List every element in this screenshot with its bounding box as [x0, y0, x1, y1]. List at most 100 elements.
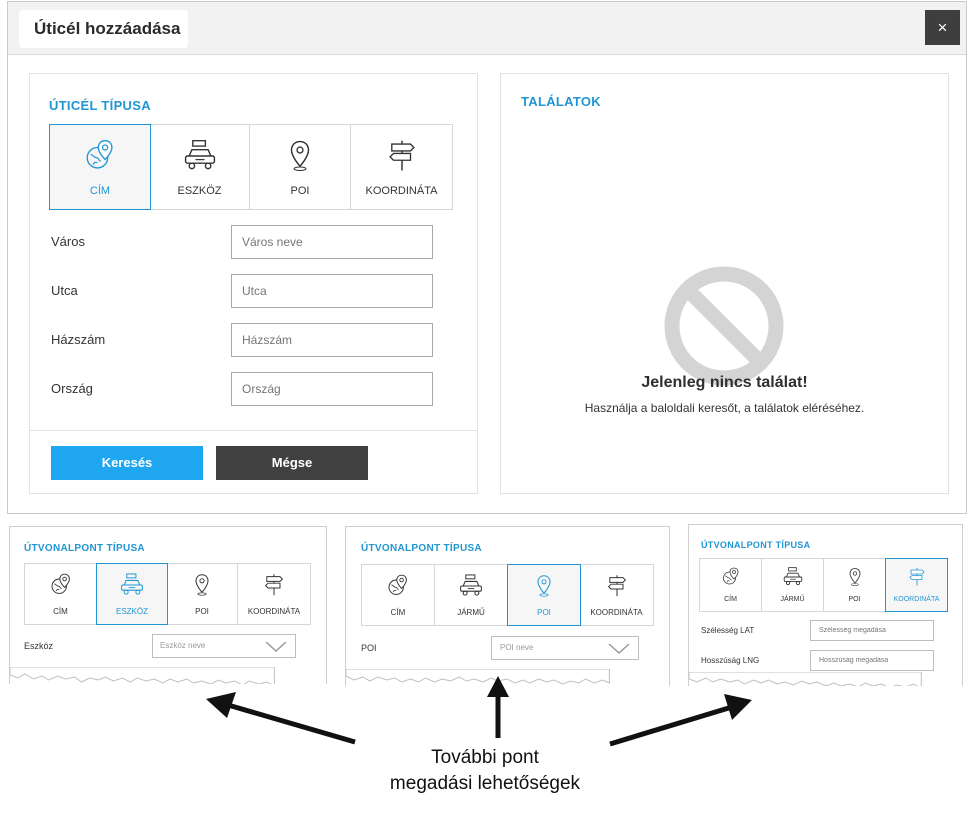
example-card-coordinate: ÚTVONALPONT TÍPUSA CÍM JÁRMŰ POI KOORDIN…: [688, 524, 963, 686]
tab-vehicle[interactable]: JÁRMŰ: [435, 565, 508, 625]
country-label: Ország: [51, 381, 93, 396]
torn-edge: [346, 669, 610, 685]
tab-coordinate[interactable]: KOORDINÁTA: [238, 564, 310, 624]
tab-device-label: ESZKÖZ: [177, 185, 222, 197]
city-input[interactable]: [231, 225, 433, 259]
destination-type-title: ÚTICÉL TÍPUSA: [49, 98, 151, 113]
latitude-input[interactable]: [810, 620, 934, 641]
example-card-title: ÚTVONALPONT TÍPUSA: [701, 540, 811, 550]
arrow-right-head: [724, 694, 752, 720]
form-divider: [30, 430, 477, 431]
no-results-icon: [664, 266, 784, 386]
tab-poi[interactable]: POI: [507, 564, 581, 626]
car-icon: [782, 566, 804, 588]
tab-coordinate-label: KOORDINÁTA: [590, 608, 643, 617]
car-icon: [458, 573, 484, 599]
map-pin-icon: [190, 572, 214, 598]
tab-coordinate-label: KOORDINÁTA: [365, 185, 438, 197]
poi-select-placeholder: POI neve: [500, 643, 534, 652]
longitude-label: Hosszúság LNG: [701, 656, 760, 665]
longitude-input[interactable]: [810, 650, 934, 671]
tab-device[interactable]: ESZKÖZ: [96, 563, 168, 625]
tab-vehicle-label: JÁRMŰ: [780, 596, 805, 603]
chevron-down-icon: [608, 643, 630, 655]
tab-address[interactable]: CÍM: [700, 559, 762, 611]
globe-pin-icon: [83, 139, 117, 173]
tab-address-label: CÍM: [390, 608, 406, 617]
close-button[interactable]: ×: [925, 10, 960, 45]
results-title: TALÁLATOK: [521, 94, 601, 109]
modal-header: Úticél hozzáadása ×: [8, 2, 966, 55]
tab-coordinate[interactable]: KOORDINÁTA: [351, 125, 452, 209]
globe-pin-icon: [721, 567, 741, 587]
caption: További pont megadási lehetőségek: [360, 745, 610, 797]
tab-address[interactable]: CÍM: [362, 565, 435, 625]
destination-type-tabs: CÍM ESZKÖZ POI KOORDINÁTA: [49, 124, 453, 210]
tab-address[interactable]: CÍM: [25, 564, 97, 624]
example-card-title: ÚTVONALPONT TÍPUSA: [24, 543, 145, 554]
latitude-label: Szélesség LAT: [701, 626, 755, 635]
tab-poi-label: POI: [290, 185, 310, 197]
caption-line-1: További pont: [431, 747, 539, 768]
tab-poi[interactable]: POI: [167, 564, 238, 624]
map-pin-icon: [532, 573, 556, 599]
tab-address-label: CÍM: [53, 607, 68, 616]
arrow-left-head: [206, 692, 236, 718]
house-number-input[interactable]: [231, 323, 433, 357]
example-card-device: ÚTVONALPONT TÍPUSA CÍM ESZKÖZ POI KOORDI…: [9, 526, 327, 684]
caption-line-2: megadási lehetőségek: [389, 773, 581, 794]
modal-title: Úticél hozzáadása: [19, 10, 188, 48]
country-input[interactable]: [231, 372, 433, 406]
no-results-heading: Jelenleg nincs találat!: [641, 374, 808, 391]
poi-label: POI: [361, 643, 377, 653]
tab-poi-label: POI: [195, 607, 209, 616]
arrow-left: [227, 702, 356, 745]
car-icon: [182, 138, 218, 174]
tab-coordinate-label: KOORDINÁTA: [247, 607, 301, 616]
signpost-icon: [605, 573, 629, 599]
results-panel: TALÁLATOK Jelenleg nincs találat! Haszná…: [500, 73, 949, 494]
tab-address-label: CÍM: [89, 185, 111, 197]
poi-select[interactable]: POI neve: [491, 636, 639, 660]
device-select-placeholder: Eszköz neve: [160, 641, 206, 650]
map-pin-icon: [845, 566, 865, 588]
tab-device-label: ESZKÖZ: [115, 607, 148, 616]
tab-address-label: CÍM: [724, 596, 737, 603]
globe-pin-icon: [49, 573, 73, 597]
example-card-tabs: CÍM JÁRMŰ POI KOORDINÁTA: [699, 558, 948, 612]
add-destination-modal: Úticél hozzáadása × ÚTICÉL TÍPUSA CÍM ES…: [7, 1, 967, 514]
globe-pin-icon: [386, 574, 410, 598]
example-card-poi: ÚTVONALPONT TÍPUSA CÍM JÁRMŰ POI KOORDIN…: [345, 526, 670, 686]
tab-coordinate[interactable]: KOORDINÁTA: [580, 565, 653, 625]
tab-poi[interactable]: POI: [824, 559, 886, 611]
tab-address[interactable]: CÍM: [49, 124, 151, 210]
tab-poi-label: POI: [848, 596, 861, 603]
device-label: Eszköz: [24, 641, 54, 651]
street-input[interactable]: [231, 274, 433, 308]
tab-coordinate[interactable]: KOORDINÁTA: [885, 558, 948, 612]
example-card-tabs: CÍM ESZKÖZ POI KOORDINÁTA: [24, 563, 311, 625]
cancel-button[interactable]: Mégse: [216, 446, 368, 480]
chevron-down-icon: [265, 641, 287, 653]
example-card-tabs: CÍM JÁRMŰ POI KOORDINÁTA: [361, 564, 654, 626]
signpost-icon: [907, 566, 927, 588]
car-icon: [119, 572, 145, 598]
tab-vehicle-label: JÁRMŰ: [457, 608, 485, 617]
tab-poi[interactable]: POI: [250, 125, 351, 209]
map-pin-icon: [283, 138, 317, 174]
torn-edge: [10, 667, 275, 684]
destination-form-panel: ÚTICÉL TÍPUSA CÍM ESZKÖZ POI KOORDINÁTA …: [29, 73, 478, 494]
tab-device[interactable]: ESZKÖZ: [150, 125, 250, 209]
city-label: Város: [51, 234, 85, 249]
street-label: Utca: [51, 283, 78, 298]
torn-edge: [689, 672, 922, 686]
no-results-text: Használja a baloldali keresőt, a találat…: [584, 401, 865, 415]
tab-vehicle[interactable]: JÁRMŰ: [762, 559, 824, 611]
signpost-icon: [262, 572, 286, 598]
arrow-right: [609, 704, 733, 747]
device-select[interactable]: Eszköz neve: [152, 634, 296, 658]
search-button[interactable]: Keresés: [51, 446, 203, 480]
tab-coordinate-label: KOORDINÁTA: [893, 596, 940, 603]
tab-poi-label: POI: [537, 608, 551, 617]
signpost-icon: [385, 138, 419, 174]
